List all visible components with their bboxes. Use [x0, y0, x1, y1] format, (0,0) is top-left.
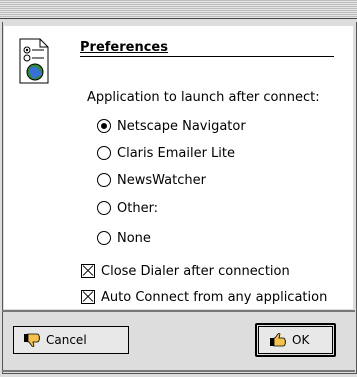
preferences-window: Preferences Application to launch after …	[0, 0, 357, 377]
radio-option-other[interactable]: Other:	[97, 199, 158, 217]
radio-button[interactable]	[97, 231, 111, 245]
close-dialer-checkbox-row[interactable]: Close Dialer after connection	[81, 262, 290, 280]
preferences-title: Preferences	[80, 40, 168, 55]
window-title-bar[interactable]	[0, 0, 357, 19]
checkbox-label: Close Dialer after connection	[101, 263, 290, 279]
checkbox-label: Auto Connect from any application	[101, 289, 328, 305]
cancel-button-label: Cancel	[46, 333, 87, 347]
auto-connect-checkbox-row[interactable]: Auto Connect from any application	[81, 288, 327, 306]
radio-option-claris-emailer[interactable]: Claris Emailer Lite	[97, 144, 235, 162]
preferences-document-icon	[19, 38, 49, 84]
ok-button[interactable]: OK	[258, 326, 333, 354]
radio-label: Claris Emailer Lite	[117, 145, 236, 161]
window-bottom-edge	[2, 370, 355, 372]
radio-label: Other:	[117, 200, 159, 216]
title-divider	[80, 56, 334, 57]
radio-label: None	[117, 230, 151, 246]
auto-connect-checkbox[interactable]	[81, 290, 95, 304]
radio-label: NewsWatcher	[117, 172, 206, 188]
ok-button-label: OK	[292, 333, 310, 347]
radio-button[interactable]	[97, 146, 111, 160]
radio-label: Netscape Navigator	[117, 118, 246, 134]
radio-button[interactable]	[97, 173, 111, 187]
close-dialer-checkbox[interactable]	[81, 264, 95, 278]
thumbs-up-icon	[270, 333, 286, 347]
radio-button[interactable]	[97, 201, 111, 215]
launch-app-prompt: Application to launch after connect:	[87, 90, 320, 105]
radio-option-netscape[interactable]: Netscape Navigator	[97, 117, 246, 135]
radio-button[interactable]	[97, 119, 111, 133]
radio-option-newswatcher[interactable]: NewsWatcher	[97, 171, 206, 189]
cancel-button[interactable]: Cancel	[13, 326, 129, 354]
thumbs-down-icon	[24, 333, 40, 347]
radio-option-none[interactable]: None	[97, 229, 151, 247]
